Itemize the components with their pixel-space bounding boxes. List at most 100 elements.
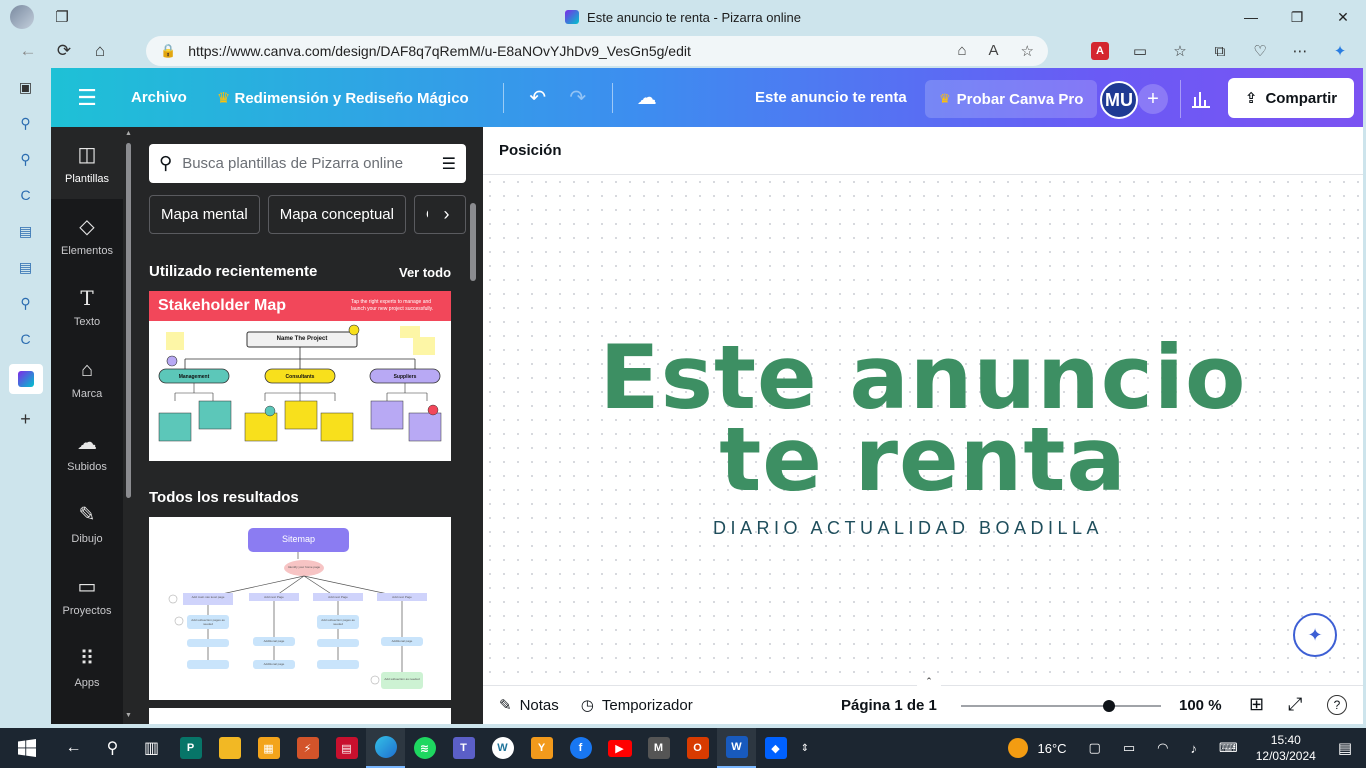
scroll-down-arrow-icon[interactable]: ▼ [125, 712, 132, 719]
panel-scrollbar[interactable] [470, 185, 476, 715]
grid-view-icon[interactable]: ⊞ [1249, 694, 1264, 715]
office-icon[interactable]: O [678, 728, 717, 768]
add-sidebar-icon[interactable]: + [14, 408, 38, 430]
file-explorer-icon[interactable] [210, 728, 249, 768]
zoom-slider-handle[interactable] [1103, 700, 1115, 712]
subline-text[interactable]: DIARIO ACTUALIDAD BOADILLA [483, 518, 1333, 539]
dropbox-icon[interactable]: ◆ [756, 728, 795, 768]
store-icon[interactable]: ▦ [249, 728, 288, 768]
panel-scroll-thumb[interactable] [470, 203, 476, 281]
zoom-slider[interactable] [961, 705, 1161, 707]
position-button[interactable]: Posición [499, 142, 562, 159]
refresh-icon[interactable]: ⟳ [46, 36, 82, 66]
template-search-box[interactable]: ⚲ ☰ [149, 144, 466, 183]
yammer-icon[interactable]: Y [522, 728, 561, 768]
headline-line-2[interactable]: te renta [483, 416, 1363, 504]
reader-red-icon[interactable]: ▤ [327, 728, 366, 768]
notes-button[interactable]: ✎ Notas [499, 696, 559, 715]
nav-uploads[interactable]: ☁ Subidos [51, 415, 123, 487]
volume-icon[interactable]: ♪ [1190, 741, 1197, 756]
template-search-input[interactable] [182, 155, 423, 172]
zoom-level[interactable]: 100 % [1179, 697, 1222, 714]
more-options-icon[interactable]: ⋯ [1282, 36, 1318, 66]
nav-projects[interactable]: ▭ Proyectos [51, 559, 123, 631]
document-title[interactable]: Este anuncio te renta [755, 89, 907, 106]
app-c-icon[interactable]: C [14, 184, 38, 206]
start-windows-icon[interactable] [0, 728, 54, 768]
minimize-button[interactable]: — [1228, 0, 1274, 34]
search-sidebar-icon-3[interactable]: ⚲ [14, 292, 38, 314]
notifications-icon[interactable]: ▤ [1338, 739, 1352, 757]
task-view-icon[interactable]: ▥ [132, 728, 171, 768]
magic-resize-button[interactable]: ♛ Redimensión y Rediseño Mágico [217, 89, 469, 107]
share-button[interactable]: ⇪ Compartir [1228, 78, 1354, 118]
pdf-extension-icon[interactable]: A [1082, 36, 1118, 66]
invite-plus-button[interactable]: + [1138, 84, 1168, 114]
chip-concept-map[interactable]: Mapa conceptual [267, 195, 406, 234]
back-arrow-icon[interactable]: ← [54, 728, 93, 768]
nav-templates[interactable]: ◫ Plantillas [51, 127, 123, 199]
magic-sparkle-icon[interactable]: ✦ [1293, 613, 1337, 657]
see-all-link[interactable]: Ver todo [399, 265, 451, 280]
redo-icon[interactable]: ↷ [558, 85, 598, 110]
wordpress-icon[interactable]: W [483, 728, 522, 768]
battery-icon[interactable]: ▭ [1123, 740, 1135, 756]
insights-chart-icon[interactable] [1180, 80, 1220, 118]
user-avatar[interactable]: MU [1100, 81, 1138, 119]
search-icon[interactable]: ⚲ [93, 728, 132, 768]
nav-text[interactable]: T Texto [51, 271, 123, 343]
url-field[interactable]: 🔒 https://www.canva.com/design/DAF8q7qRe… [146, 36, 1048, 66]
timer-button[interactable]: ◷ Temporizador [581, 696, 693, 715]
teams-icon[interactable]: T [444, 728, 483, 768]
file-menu[interactable]: Archivo [131, 89, 187, 106]
chevron-right-icon[interactable]: › [428, 195, 466, 234]
read-aloud-icon[interactable]: A [989, 42, 999, 60]
chevron-up-icon[interactable]: ⌃ [917, 676, 941, 688]
wifi-icon[interactable]: ◠ [1157, 740, 1168, 756]
nav-elements[interactable]: ◇ Elementos [51, 199, 123, 271]
canva-sidebar-icon[interactable] [8, 364, 43, 394]
page-indicator[interactable]: Página 1 de 1 [841, 697, 937, 714]
spotify-icon[interactable]: ≋ [405, 728, 444, 768]
help-icon[interactable]: ? [1327, 695, 1347, 715]
keyboard-icon[interactable]: ⌨ [1219, 740, 1238, 756]
app-c-icon-2[interactable]: C [14, 328, 38, 350]
split-screen-icon[interactable]: ▭ [1122, 36, 1158, 66]
nav-scrollbar[interactable] [126, 143, 131, 498]
try-pro-button[interactable]: ♛ Probar Canva Pro [925, 80, 1098, 118]
favorites-icon[interactable]: ☆ [1162, 36, 1198, 66]
cloud-saved-icon[interactable]: ☁ [627, 85, 667, 110]
fullscreen-icon[interactable]: ⤢ [1288, 694, 1302, 715]
facebook-icon[interactable]: f [561, 728, 600, 768]
app-m-icon[interactable]: M [639, 728, 678, 768]
publisher-icon[interactable]: P [171, 728, 210, 768]
weather-temp[interactable]: 16°C [1038, 741, 1067, 756]
chip-mind-map[interactable]: Mapa mental [149, 195, 260, 234]
meet-now-icon[interactable]: ▢ [1089, 740, 1101, 756]
next-template-thumbnail[interactable] [149, 708, 451, 724]
search-sidebar-icon[interactable]: ⚲ [14, 112, 38, 134]
search-sidebar-icon-2[interactable]: ⚲ [14, 148, 38, 170]
nav-apps[interactable]: ⠿ Apps [51, 631, 123, 703]
maximize-button[interactable]: ❐ [1274, 0, 1320, 34]
app-orange-icon[interactable]: ⚡ [288, 728, 327, 768]
close-window-button[interactable]: ✕ [1320, 0, 1366, 34]
favorite-star-icon[interactable]: ☆ [1021, 42, 1034, 60]
back-icon[interactable]: ← [10, 36, 46, 66]
scroll-up-arrow-icon[interactable]: ▲ [125, 130, 132, 137]
edge-browser-icon[interactable] [366, 728, 405, 768]
tag-icon[interactable]: ⌂ [957, 42, 966, 60]
nav-brand[interactable]: ⌂ Marca [51, 343, 123, 415]
undo-icon[interactable]: ↶ [518, 85, 558, 110]
youtube-icon[interactable]: ▶ [600, 728, 639, 768]
taskbar-scroll-icon[interactable]: ⇕ [795, 728, 815, 768]
collections-icon[interactable]: ⧉ [1202, 36, 1238, 66]
headline-line-1[interactable]: Este anuncio [483, 334, 1363, 422]
profile-avatar[interactable] [0, 0, 44, 34]
performance-icon[interactable]: ♡ [1242, 36, 1278, 66]
tab-actions-icon[interactable]: ▣ [14, 76, 38, 98]
nav-draw[interactable]: ✎ Dibujo [51, 487, 123, 559]
copilot-icon[interactable]: ✦ [1322, 36, 1358, 66]
workspaces-icon[interactable]: ❐ [44, 0, 80, 34]
stakeholder-map-template[interactable]: Stakeholder Map Tap the right experts to… [149, 291, 451, 461]
